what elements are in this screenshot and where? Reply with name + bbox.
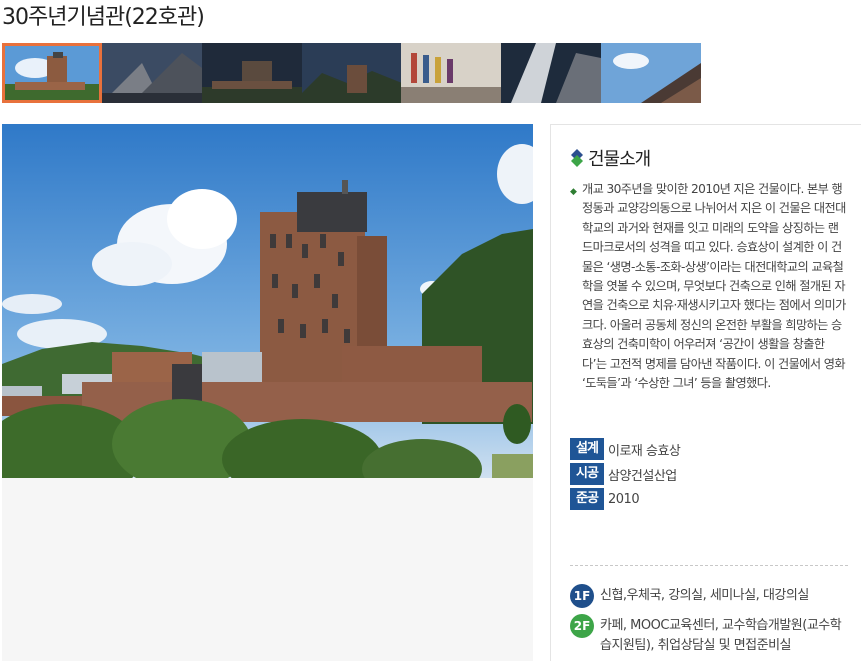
page-title: 30주년기념관(22호관) <box>2 5 205 30</box>
section-title-text: 건물소개 <box>588 149 651 170</box>
meta-tag: 설계 <box>570 438 604 460</box>
meta-design: 설계 이로재 승효상 <box>570 438 850 460</box>
building-description: ◆ 개교 30주년을 맞이한 2010년 지은 건물이다. 본부 행정동과 교양… <box>570 180 848 393</box>
floor-1f: 1F 신협,우체국, 강의실, 세미나실, 대강의실 <box>570 584 850 608</box>
meta-value: 2010 <box>608 491 640 507</box>
thumbnail-image <box>601 43 702 103</box>
bullet-icon: ◆ <box>570 187 577 197</box>
building-photo <box>2 124 533 478</box>
thumbnail-image <box>201 43 302 103</box>
section-title: 건물소개 <box>570 145 651 171</box>
thumbnail-3[interactable] <box>201 43 302 103</box>
thumbnail-7[interactable] <box>601 43 702 103</box>
meta-tag: 시공 <box>570 463 604 485</box>
meta-value: 삼양건설산업 <box>608 468 677 484</box>
photo-padding <box>2 478 533 661</box>
thumbnail-4[interactable] <box>301 43 402 103</box>
floor-text: 신협,우체국, 강의실, 세미나실, 대강의실 <box>600 588 809 603</box>
thumbnail-5[interactable] <box>401 43 502 103</box>
thumbnail-image <box>101 43 202 103</box>
thumbnail-1[interactable] <box>2 43 102 103</box>
thumbnail-image <box>501 43 602 103</box>
thumbnail-6[interactable] <box>501 43 602 103</box>
divider <box>570 565 848 566</box>
meta-tag: 준공 <box>570 488 604 510</box>
thumbnail-image <box>5 46 99 100</box>
floor-2f: 2F 카페, MOOC교육센터, 교수학습개발원(교수학습지원팀), 취업상담실… <box>570 614 850 656</box>
meta-completion: 준공 2010 <box>570 488 850 510</box>
thumbnail-strip <box>2 43 702 103</box>
floor-badge: 2F <box>570 614 594 638</box>
floor-text: 카페, MOOC교육센터, 교수학습개발원(교수학습지원팀), 취업상담실 및 … <box>600 618 842 653</box>
meta-value: 이로재 승효상 <box>608 443 681 459</box>
floor-badge: 1F <box>570 584 594 608</box>
description-text: 개교 30주년을 맞이한 2010년 지은 건물이다. 본부 행정동과 교양강의… <box>582 182 846 391</box>
meta-construction: 시공 삼양건설산업 <box>570 463 850 485</box>
diamond-icon <box>571 149 583 167</box>
thumbnail-image <box>301 43 402 103</box>
thumbnail-2[interactable] <box>101 43 202 103</box>
thumbnail-image <box>401 43 502 103</box>
